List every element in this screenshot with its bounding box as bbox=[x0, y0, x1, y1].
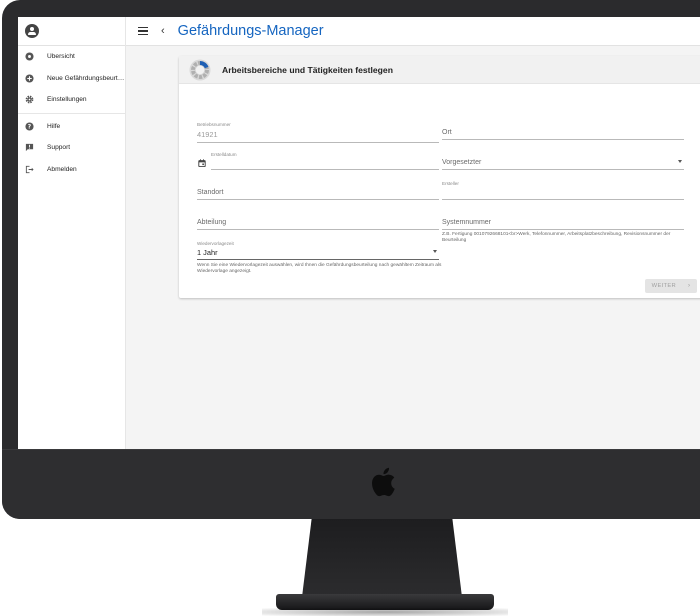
monitor-chin bbox=[2, 449, 700, 519]
logout-icon bbox=[24, 164, 34, 174]
sidebar-item-support[interactable]: Support bbox=[18, 137, 125, 159]
abteilung-placeholder: Abteilung bbox=[197, 219, 227, 226]
vorgesetzter-select[interactable]: Vorgesetzter bbox=[442, 156, 684, 170]
add-circle-icon bbox=[24, 73, 34, 83]
progress-ring-icon bbox=[189, 59, 211, 80]
sidebar-item-hilfe[interactable]: ? Hilfe bbox=[18, 116, 125, 138]
app-screen: Übersicht Neue Gefährdungsbeurt… Einstel… bbox=[18, 17, 700, 449]
menu-icon[interactable] bbox=[138, 27, 148, 35]
gear-icon bbox=[24, 95, 34, 105]
sidebar-item-neue-beurteilung[interactable]: Neue Gefährdungsbeurt… bbox=[18, 68, 125, 90]
wiedervorlagezeit-hint: Wenn Sie eine Wiedervorlagezeit auswähle… bbox=[197, 263, 442, 275]
overview-icon bbox=[24, 52, 34, 62]
vorgesetzter-placeholder: Vorgesetzter bbox=[442, 159, 482, 166]
apple-logo-icon bbox=[372, 467, 395, 497]
systemnummer-hint: Z.B. Fertigung 0010792668101<br>Werk, Te… bbox=[442, 232, 671, 244]
sidebar-item-uebersicht[interactable]: Übersicht bbox=[18, 46, 125, 68]
sidebar-header bbox=[18, 17, 125, 46]
top-app-bar: ‹ Gefährdungs-Manager U bbox=[126, 17, 700, 46]
sidebar-item-abmelden[interactable]: Abmelden bbox=[18, 159, 125, 181]
card-title: Arbeitsbereiche und Tätigkeiten festlege… bbox=[222, 64, 393, 75]
account-icon[interactable] bbox=[25, 24, 39, 38]
standort-field[interactable]: Standort bbox=[197, 186, 439, 200]
ersteller-field[interactable] bbox=[442, 186, 684, 200]
wiedervorlagezeit-select[interactable]: 1 Jahr bbox=[197, 246, 439, 260]
sidebar: Übersicht Neue Gefährdungsbeurt… Einstel… bbox=[18, 17, 126, 449]
next-button-label: WEITER bbox=[651, 283, 677, 289]
standort-placeholder: Standort bbox=[197, 189, 224, 196]
sidebar-item-label: Abmelden bbox=[47, 165, 77, 173]
sidebar-item-label: Hilfe bbox=[47, 122, 61, 130]
betriebsnummer-value: 41921 bbox=[197, 130, 218, 139]
monitor-mockup: Übersicht Neue Gefährdungsbeurt… Einstel… bbox=[0, 0, 700, 616]
systemnummer-field[interactable]: Systemnummer bbox=[442, 216, 684, 230]
app-title: Gefährdungs-Manager bbox=[177, 23, 324, 39]
next-button[interactable]: WEITER › bbox=[645, 279, 697, 293]
dropdown-caret-icon bbox=[433, 250, 437, 253]
erstelldatum-field[interactable] bbox=[211, 156, 439, 170]
sidebar-item-label: Übersicht bbox=[47, 53, 75, 61]
dropdown-caret-icon bbox=[678, 160, 682, 163]
card-header: Arbeitsbereiche und Tätigkeiten festlege… bbox=[179, 56, 700, 84]
sidebar-item-label: Neue Gefährdungsbeurt… bbox=[47, 74, 125, 82]
calendar-icon[interactable] bbox=[198, 159, 206, 167]
stand-shadow bbox=[262, 608, 508, 616]
sidebar-divider bbox=[18, 112, 125, 114]
sidebar-item-einstellungen[interactable]: Einstellungen bbox=[18, 89, 125, 111]
feedback-icon bbox=[24, 143, 34, 153]
betriebsnummer-field[interactable]: 41921 bbox=[197, 129, 439, 143]
help-icon: ? bbox=[24, 121, 34, 131]
systemnummer-placeholder: Systemnummer bbox=[442, 219, 492, 226]
betriebsnummer-label: Betriebsnummer bbox=[197, 122, 231, 127]
abteilung-field[interactable]: Abteilung bbox=[197, 216, 439, 230]
form-card: Arbeitsbereiche und Tätigkeiten festlege… bbox=[179, 56, 700, 298]
monitor-stand-neck bbox=[302, 519, 462, 597]
sidebar-item-label: Einstellungen bbox=[47, 96, 87, 104]
sidebar-item-label: Support bbox=[47, 144, 71, 152]
chevron-right-icon: › bbox=[688, 283, 691, 289]
back-chevron-icon[interactable]: ‹ bbox=[161, 25, 165, 37]
ort-placeholder: Ort bbox=[442, 129, 452, 136]
sidebar-nav: Übersicht Neue Gefährdungsbeurt… Einstel… bbox=[18, 46, 125, 180]
wiedervorlagezeit-value: 1 Jahr bbox=[197, 248, 218, 257]
ort-field[interactable]: Ort bbox=[442, 126, 684, 140]
